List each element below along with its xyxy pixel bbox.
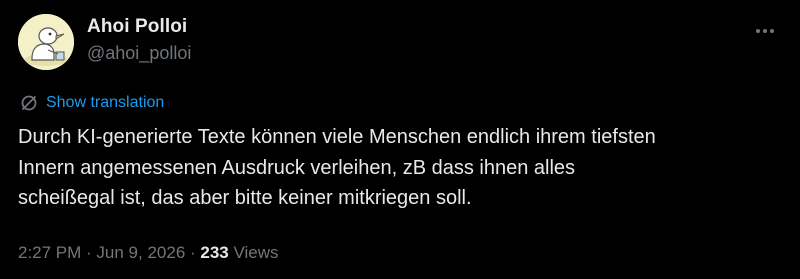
- author-handle[interactable]: @ahoi_polloi: [87, 43, 191, 64]
- tweet-card: Ahoi Polloi @ahoi_polloi Show translatio…: [0, 0, 800, 279]
- more-horizontal-icon: [756, 29, 774, 33]
- tweet-text: Durch KI-generierte Texte können viele M…: [18, 122, 788, 214]
- meta-separator: ·: [81, 243, 97, 262]
- tweet-text-line: Durch KI-generierte Texte können viele M…: [18, 126, 656, 148]
- views-count[interactable]: 233: [200, 243, 228, 262]
- translate-icon: [21, 95, 37, 111]
- tweet-metadata: 2:27 PM · Jun 9, 2026 · 233 Views: [18, 243, 279, 263]
- tweet-date-link[interactable]: Jun 9, 2026: [96, 243, 185, 262]
- author-display-name[interactable]: Ahoi Polloi: [87, 16, 187, 38]
- show-translation-button[interactable]: Show translation: [20, 94, 164, 112]
- tweet-time-link[interactable]: 2:27 PM: [18, 243, 81, 262]
- views-label: Views: [228, 243, 279, 262]
- meta-separator: ·: [185, 243, 201, 262]
- author-avatar[interactable]: [18, 14, 74, 70]
- cartoon-avatar-icon: [18, 14, 74, 70]
- more-options-button[interactable]: [748, 14, 782, 48]
- show-translation-label[interactable]: Show translation: [46, 94, 164, 112]
- tweet-text-line: scheißegal ist, das aber bitte keiner mi…: [18, 187, 472, 209]
- tweet-text-line: Innern angemessenen Ausdruck verleihen, …: [18, 156, 576, 179]
